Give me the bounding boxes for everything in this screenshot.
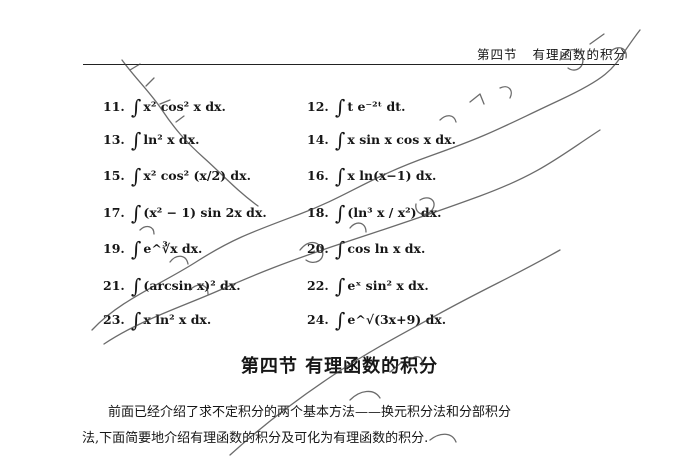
exercise-number: 24. (307, 312, 329, 327)
integral-sign: ∫ (131, 164, 142, 188)
exercise-item: 15. ∫ x² cos² (x/2) dx. (103, 161, 251, 188)
integral-sign: ∫ (131, 95, 142, 119)
exercise-number: 23. (103, 312, 125, 327)
exercise-number: 19. (103, 241, 125, 256)
integral-sign: ∫ (335, 274, 346, 298)
exercise-expression: x ln² x dx. (143, 312, 212, 327)
exercise-expression: e^√(3x+9) dx. (347, 312, 447, 327)
integral-sign: ∫ (335, 308, 346, 332)
exercise-item: 17. ∫ (x² − 1) sin 2x dx. (103, 198, 267, 225)
integral-sign: ∫ (335, 237, 346, 261)
exercise-expression: (x² − 1) sin 2x dx. (143, 205, 267, 220)
exercise-item: 12. ∫ t e⁻²ᵗ dt. (307, 92, 406, 119)
exercise-item: 22. ∫ eˣ sin² x dx. (307, 271, 429, 298)
header-section-label: 第四节 (477, 47, 518, 62)
exercise-number: 18. (307, 205, 329, 220)
exercise-expression: (arcsin x)² dx. (143, 278, 241, 293)
integral-sign: ∫ (335, 128, 346, 152)
exercise-number: 15. (103, 168, 125, 183)
exercise-expression: cos ln x dx. (347, 241, 426, 256)
exercise-number: 14. (307, 132, 329, 147)
integral-sign: ∫ (131, 128, 142, 152)
integral-sign: ∫ (335, 201, 346, 225)
integral-sign: ∫ (131, 274, 142, 298)
exercise-item: 21. ∫ (arcsin x)² dx. (103, 271, 241, 298)
exercise-expression: t e⁻²ᵗ dt. (347, 99, 406, 114)
exercise-expression: e^∛x dx. (143, 241, 203, 256)
exercise-item: 24. ∫ e^√(3x+9) dx. (307, 305, 447, 332)
header-rule (83, 64, 619, 65)
exercise-expression: x sin x cos x dx. (347, 132, 456, 147)
scribble-stroke (439, 86, 512, 123)
integral-sign: ∫ (335, 95, 346, 119)
exercise-expression: x² cos² x dx. (143, 99, 226, 114)
exercise-number: 16. (307, 168, 329, 183)
exercise-item: 16. ∫ x ln(x−1) dx. (307, 161, 437, 188)
integral-sign: ∫ (335, 164, 346, 188)
paragraph-line: 法,下面简要地介绍有理函数的积分及可化为有理函数的积分. (82, 431, 429, 446)
intro-paragraph: 前面已经介绍了求不定积分的两个基本方法——换元积分法和分部积分 法,下面简要地介… (82, 400, 622, 452)
exercise-item: 13. ∫ ln² x dx. (103, 125, 200, 152)
section-title: 第四节 有理函数的积分 (240, 356, 439, 377)
exercise-number: 22. (307, 278, 329, 293)
integral-sign: ∫ (131, 237, 142, 261)
exercise-expression: x² cos² (x/2) dx. (143, 168, 251, 183)
exercise-number: 12. (307, 99, 329, 114)
integral-sign: ∫ (131, 308, 142, 332)
exercise-expression: x ln(x−1) dx. (347, 168, 437, 183)
exercise-expression: eˣ sin² x dx. (347, 278, 429, 293)
exercise-item: 23. ∫ x ln² x dx. (103, 305, 212, 332)
exercise-item: 11. ∫ x² cos² x dx. (103, 92, 226, 119)
exercise-number: 11. (103, 99, 125, 114)
exercise-number: 20. (307, 241, 329, 256)
exercise-number: 17. (103, 205, 125, 220)
exercise-expression: ln² x dx. (143, 132, 200, 147)
exercise-item: 19. ∫ e^∛x dx. (103, 234, 203, 261)
header-section-name: 有理函数的积分 (532, 47, 627, 62)
integral-sign: ∫ (131, 201, 142, 225)
exercise-number: 21. (103, 278, 125, 293)
exercise-item: 14. ∫ x sin x cos x dx. (307, 125, 456, 152)
exercise-item: 20. ∫ cos ln x dx. (307, 234, 426, 261)
running-header: 第四节 有理函数的积分 (0, 0, 679, 70)
exercise-number: 13. (103, 132, 125, 147)
paragraph-line: 前面已经介绍了求不定积分的两个基本方法——换元积分法和分部积分 (108, 405, 512, 420)
exercise-expression: (ln³ x / x²) dx. (347, 205, 442, 220)
exercise-item: 18. ∫ (ln³ x / x²) dx. (307, 198, 442, 225)
header-text: 第四节 有理函数的积分 (477, 44, 627, 63)
